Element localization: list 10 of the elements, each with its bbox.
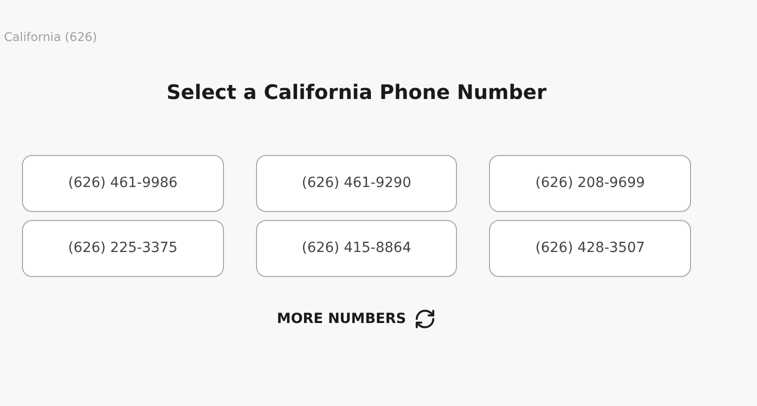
breadcrumb: California (626) (4, 30, 98, 44)
phone-number-option[interactable]: (626) 225-3375 (22, 220, 224, 277)
phone-number-option[interactable]: (626) 428-3507 (489, 220, 691, 277)
phone-number-option[interactable]: (626) 415-8864 (256, 220, 458, 277)
more-numbers-button[interactable]: MORE NUMBERS (276, 308, 436, 330)
page-title: Select a California Phone Number (166, 79, 546, 106)
phone-number-option[interactable]: (626) 461-9986 (22, 155, 224, 212)
phone-number-option[interactable]: (626) 461-9290 (256, 155, 458, 212)
phone-number-option[interactable]: (626) 208-9699 (489, 155, 691, 212)
refresh-icon (414, 308, 436, 330)
